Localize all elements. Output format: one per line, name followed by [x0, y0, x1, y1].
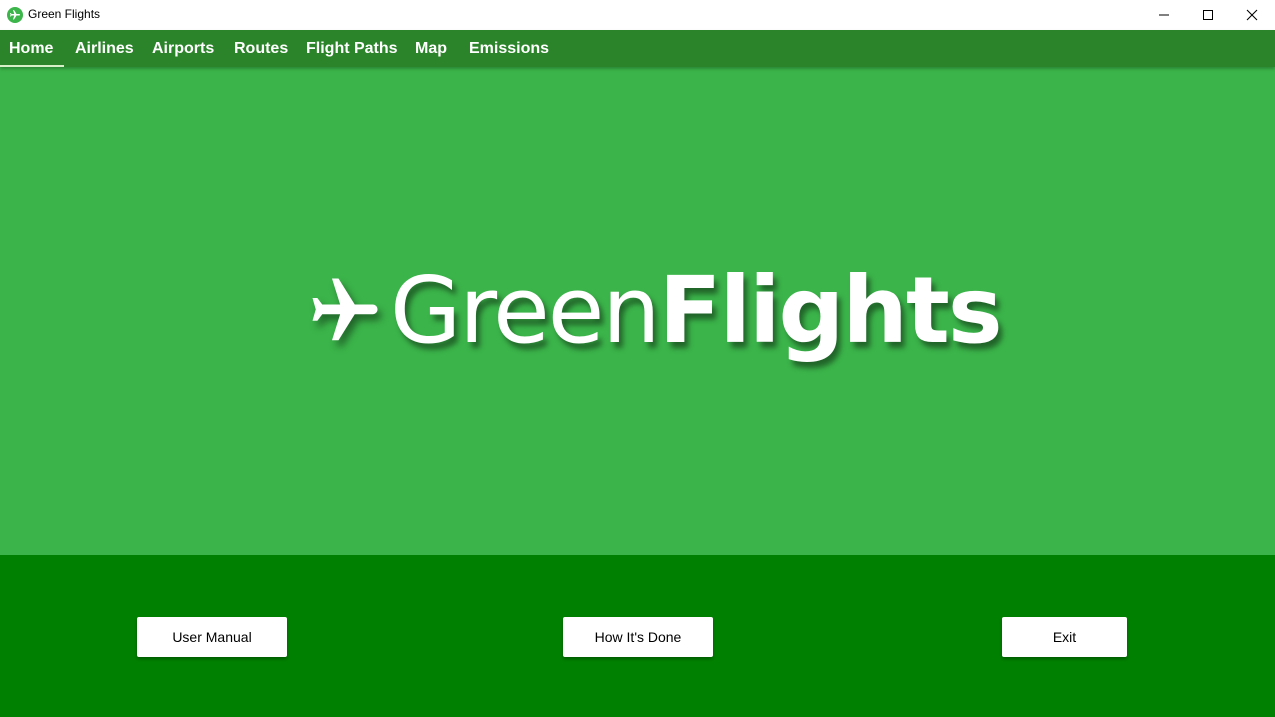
- minimize-icon: [1159, 14, 1169, 16]
- logo-text: GreenFlights: [390, 265, 1003, 357]
- logo-text-light: Green: [390, 257, 661, 364]
- close-button[interactable]: [1229, 0, 1275, 30]
- app-airplane-icon: [7, 7, 23, 23]
- app-window: Green Flights Home Airlines Airports Rou…: [0, 0, 1275, 717]
- minimize-button[interactable]: [1141, 0, 1187, 30]
- user-manual-button[interactable]: User Manual: [137, 617, 287, 657]
- tab-map[interactable]: Map: [415, 30, 447, 67]
- how-its-done-button[interactable]: How It's Done: [563, 617, 713, 657]
- exit-button[interactable]: Exit: [1002, 617, 1127, 657]
- nav-bar: Home Airlines Airports Routes Flight Pat…: [0, 30, 1275, 67]
- tab-emissions[interactable]: Emissions: [469, 30, 549, 67]
- airplane-icon: [312, 278, 378, 341]
- maximize-icon: [1203, 10, 1213, 20]
- maximize-button[interactable]: [1185, 0, 1231, 30]
- tab-airlines[interactable]: Airlines: [75, 30, 134, 67]
- hero-panel: GreenFlights: [0, 67, 1275, 555]
- footer-panel: User Manual How It's Done Exit: [0, 555, 1275, 717]
- tab-routes[interactable]: Routes: [234, 30, 288, 67]
- tab-flight-paths[interactable]: Flight Paths: [306, 30, 398, 67]
- tab-airports[interactable]: Airports: [152, 30, 214, 67]
- app-logo: GreenFlights: [306, 256, 1003, 366]
- close-icon: [1246, 9, 1258, 21]
- logo-text-bold: Flights: [658, 257, 1003, 364]
- tab-home[interactable]: Home: [0, 30, 66, 67]
- window-title: Green Flights: [28, 7, 101, 21]
- title-bar[interactable]: Green Flights: [0, 0, 1275, 30]
